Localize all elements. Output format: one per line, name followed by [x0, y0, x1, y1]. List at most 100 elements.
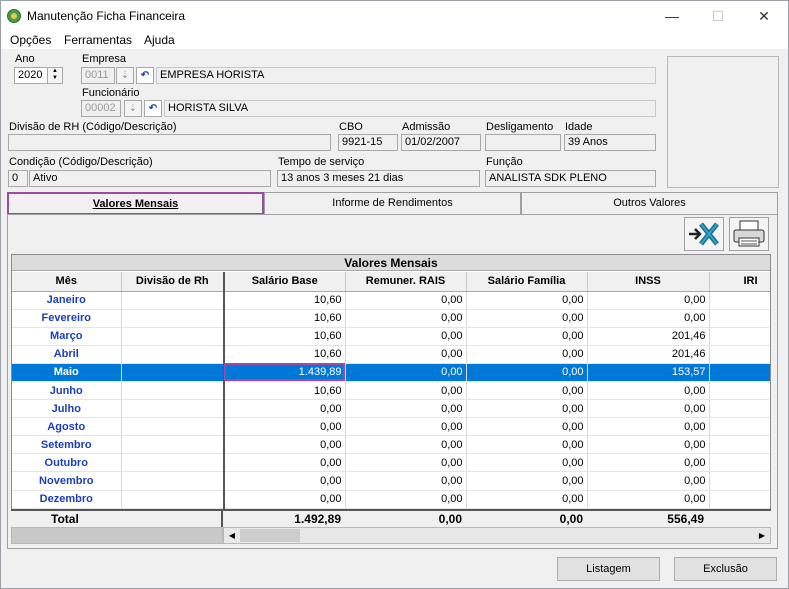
row-cell[interactable]: 0,00: [466, 399, 588, 419]
row-cell[interactable]: [121, 345, 225, 364]
row-cell[interactable]: [709, 345, 770, 364]
row-cell[interactable]: 0,00: [587, 309, 710, 328]
row-cell[interactable]: 0,00: [587, 291, 710, 310]
row-cell[interactable]: [709, 435, 770, 455]
tab-informe-rendimentos[interactable]: Informe de Rendimentos: [264, 192, 521, 214]
col-divisao-rh[interactable]: Divisão de Rh: [121, 272, 225, 292]
table-row[interactable]: Julho 0,00 0,00 0,00 0,00: [12, 399, 770, 419]
row-cell[interactable]: 0,00: [345, 291, 467, 310]
row-cell[interactable]: 0,00: [587, 417, 710, 437]
row-month[interactable]: Maio: [12, 363, 122, 382]
row-month[interactable]: Janeiro: [12, 291, 122, 310]
scroll-right-icon[interactable]: ▶: [755, 529, 769, 542]
row-month[interactable]: Abril: [12, 345, 122, 364]
table-row[interactable]: Dezembro 0,00 0,00 0,00 0,00: [12, 490, 770, 509]
row-cell[interactable]: [121, 291, 225, 310]
row-cell[interactable]: [121, 309, 225, 328]
row-month[interactable]: Fevereiro: [12, 309, 122, 328]
row-cell[interactable]: 0,00: [345, 435, 467, 455]
row-cell[interactable]: [121, 381, 225, 401]
row-cell[interactable]: [709, 291, 770, 310]
row-cell[interactable]: [709, 363, 770, 382]
table-row[interactable]: Setembro 0,00 0,00 0,00 0,00: [12, 435, 770, 455]
ano-input[interactable]: 2020: [14, 67, 48, 84]
row-cell[interactable]: 0,00: [345, 345, 467, 364]
valores-mensais-grid[interactable]: Valores Mensais Mês Divisão de Rh Salári…: [11, 254, 771, 527]
row-cell[interactable]: 0,00: [345, 363, 467, 382]
row-cell[interactable]: 0,00: [345, 417, 467, 437]
row-cell[interactable]: [121, 490, 225, 509]
row-cell[interactable]: 0,00: [587, 435, 710, 455]
menu-ajuda[interactable]: Ajuda: [144, 33, 175, 47]
row-cell[interactable]: 0,00: [224, 399, 346, 419]
row-month[interactable]: Junho: [12, 381, 122, 401]
row-cell[interactable]: 0,00: [345, 453, 467, 473]
table-row[interactable]: Maio 1.439,89 0,00 0,00 153,57: [12, 363, 770, 382]
row-cell[interactable]: 10,60: [224, 309, 346, 328]
col-salario-familia[interactable]: Salário Família: [466, 272, 588, 292]
row-cell[interactable]: 201,46: [587, 327, 710, 346]
row-cell[interactable]: [709, 381, 770, 401]
empresa-search-button[interactable]: ⇣: [116, 67, 134, 84]
tab-valores-mensais[interactable]: Valores Mensais: [7, 192, 264, 215]
maximize-button[interactable]: ☐: [695, 1, 741, 31]
row-cell[interactable]: [121, 417, 225, 437]
row-cell[interactable]: [121, 471, 225, 491]
funcionario-undo-button[interactable]: ↶: [144, 100, 162, 117]
table-row[interactable]: Março 10,60 0,00 0,00 201,46: [12, 327, 770, 346]
row-cell[interactable]: 0,00: [466, 309, 588, 328]
row-cell[interactable]: [121, 327, 225, 346]
table-row[interactable]: Junho 10,60 0,00 0,00 0,00: [12, 381, 770, 401]
row-cell[interactable]: 10,60: [224, 381, 346, 401]
row-cell[interactable]: 0,00: [466, 381, 588, 401]
row-cell[interactable]: [709, 490, 770, 509]
listagem-button[interactable]: Listagem: [557, 557, 660, 581]
row-cell[interactable]: 0,00: [345, 399, 467, 419]
table-row[interactable]: Fevereiro 10,60 0,00 0,00 0,00: [12, 309, 770, 328]
row-month[interactable]: Novembro: [12, 471, 122, 491]
horizontal-scrollbar[interactable]: ◀ ▶: [223, 527, 771, 544]
row-cell[interactable]: 10,60: [224, 291, 346, 310]
table-row[interactable]: Novembro 0,00 0,00 0,00 0,00: [12, 471, 770, 491]
ano-spinner[interactable]: ▲ ▼: [47, 67, 63, 84]
col-irrf[interactable]: IRI: [709, 272, 770, 292]
row-cell[interactable]: 0,00: [466, 471, 588, 491]
row-cell[interactable]: 0,00: [224, 417, 346, 437]
row-cell[interactable]: 0,00: [224, 490, 346, 509]
minimize-button[interactable]: —: [649, 1, 695, 31]
row-cell[interactable]: 0,00: [466, 363, 588, 382]
row-cell[interactable]: 0,00: [466, 453, 588, 473]
row-month[interactable]: Agosto: [12, 417, 122, 437]
menu-ferramentas[interactable]: Ferramentas: [64, 33, 132, 47]
row-cell[interactable]: 0,00: [587, 490, 710, 509]
row-month[interactable]: Outubro: [12, 453, 122, 473]
row-cell[interactable]: [709, 471, 770, 491]
row-cell[interactable]: [709, 417, 770, 437]
row-cell[interactable]: 0,00: [345, 381, 467, 401]
col-inss[interactable]: INSS: [587, 272, 710, 292]
scroll-thumb[interactable]: [240, 529, 300, 542]
funcionario-code-input[interactable]: 00002: [81, 100, 121, 117]
table-row[interactable]: Agosto 0,00 0,00 0,00 0,00: [12, 417, 770, 437]
table-row[interactable]: Outubro 0,00 0,00 0,00 0,00: [12, 453, 770, 473]
row-cell[interactable]: 0,00: [466, 435, 588, 455]
scroll-left-icon[interactable]: ◀: [225, 529, 239, 542]
row-cell[interactable]: [121, 363, 225, 382]
row-cell[interactable]: 0,00: [345, 471, 467, 491]
row-cell[interactable]: 0,00: [345, 309, 467, 328]
row-cell[interactable]: 0,00: [466, 417, 588, 437]
row-month[interactable]: Julho: [12, 399, 122, 419]
row-cell[interactable]: 0,00: [587, 471, 710, 491]
row-cell[interactable]: 0,00: [587, 453, 710, 473]
col-mes[interactable]: Mês: [12, 272, 122, 292]
col-remuner-rais[interactable]: Remuner. RAIS: [345, 272, 467, 292]
row-cell[interactable]: 10,60: [224, 345, 346, 364]
row-cell[interactable]: [709, 327, 770, 346]
row-cell[interactable]: 201,46: [587, 345, 710, 364]
excel-export-button[interactable]: [684, 217, 724, 251]
row-cell[interactable]: 0,00: [466, 345, 588, 364]
row-month[interactable]: Setembro: [12, 435, 122, 455]
row-cell[interactable]: [709, 309, 770, 328]
row-cell[interactable]: [121, 435, 225, 455]
row-cell[interactable]: 0,00: [587, 399, 710, 419]
